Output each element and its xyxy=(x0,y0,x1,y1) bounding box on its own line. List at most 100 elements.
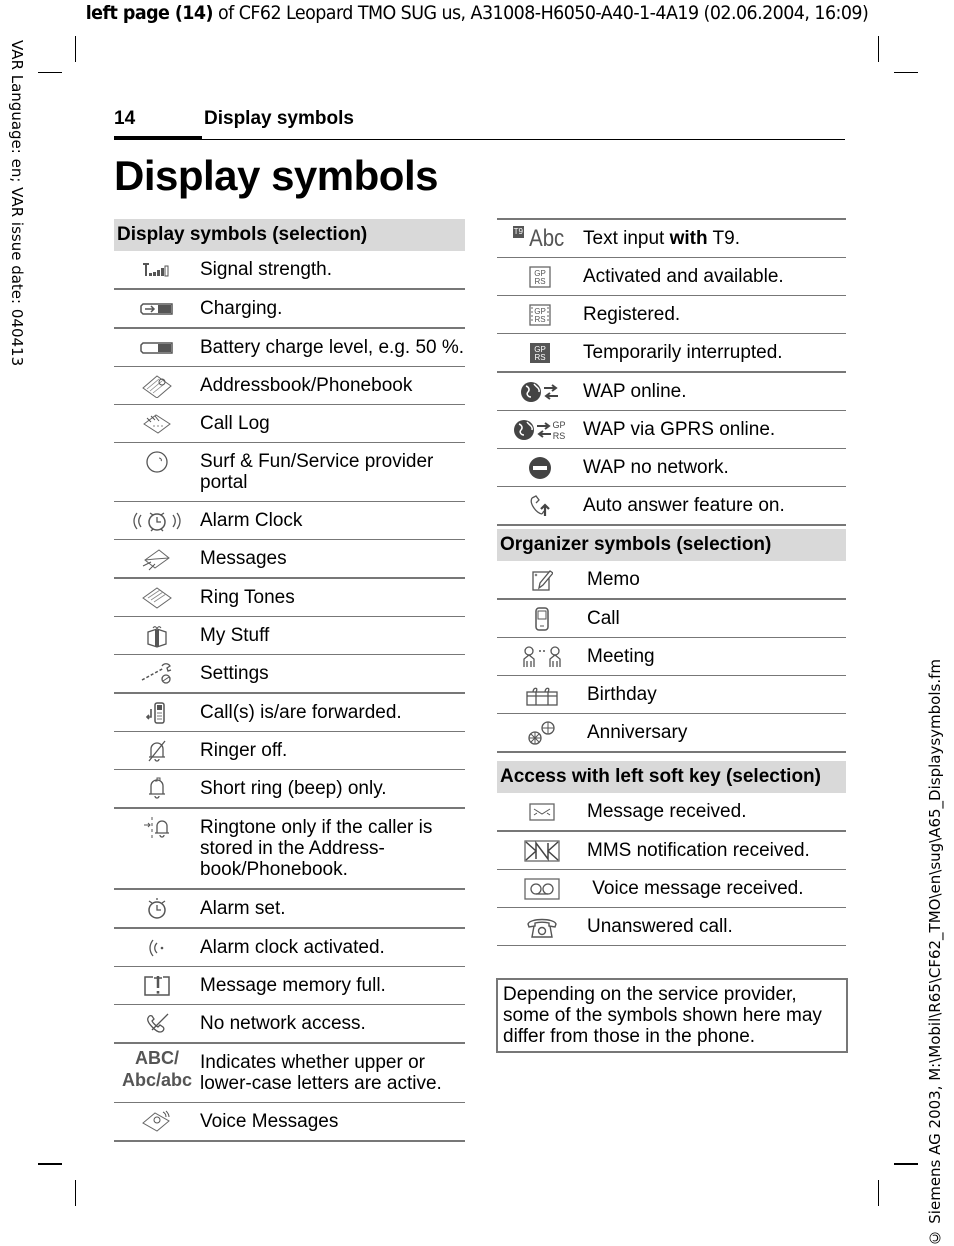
svg-text:GP: GP xyxy=(552,420,565,430)
alarm-clock-ringing-icon xyxy=(114,502,200,539)
table-row: Messages xyxy=(114,540,465,579)
globe-icon xyxy=(114,443,200,480)
table-row: Call xyxy=(497,600,846,638)
row-text: Messages xyxy=(200,548,287,569)
wap-gprs-online-icon: GP RS xyxy=(497,411,583,448)
table-row: Ring Tones xyxy=(114,579,465,617)
left-soft-key-table: Access with left soft key (selection) Me… xyxy=(497,761,846,946)
table-row: ABC/ Abc/abc Indicates whether upper or … xyxy=(114,1044,465,1103)
gprs-interrupted-icon: GP RS xyxy=(497,334,583,371)
table-row: Voice message received. xyxy=(497,870,846,908)
running-head: 14 Display symbols xyxy=(114,108,845,142)
table-row: Meeting xyxy=(497,638,846,676)
print-header: left page (14) of CF62 Leopard TMO SUG u… xyxy=(38,2,916,24)
row-text: Anniversary xyxy=(587,722,688,743)
organizer-symbols-table: Organizer symbols (selection) Memo Call … xyxy=(497,529,846,753)
row-text: Addressbook/Phonebook xyxy=(200,375,413,396)
meeting-icon xyxy=(497,638,587,675)
crop-mark xyxy=(894,72,918,73)
row-text: Signal strength. xyxy=(200,259,333,280)
crop-mark xyxy=(38,1163,62,1165)
crop-mark xyxy=(38,72,62,73)
row-text: MMS notification received. xyxy=(587,840,810,861)
svg-text:RS: RS xyxy=(534,277,545,286)
table-row: Voice Messages xyxy=(114,1103,465,1142)
table-row: Call(s) is/are forwarded. xyxy=(114,694,465,732)
t9-badge: T9 xyxy=(512,226,524,238)
no-network-icon xyxy=(114,1005,200,1042)
table-row: Memo xyxy=(497,561,846,600)
row-text: Alarm clock activated. xyxy=(200,937,385,958)
row-text: Ringtone only if the caller is stored in… xyxy=(200,817,433,880)
status-symbols-table: T9 Abc Text input with T9. GP RS Activate… xyxy=(497,218,846,526)
voice-messages-icon xyxy=(114,1103,200,1140)
table-row: Call Log xyxy=(114,405,465,443)
table-row: MMS notification received. xyxy=(497,832,846,870)
row-text: Settings xyxy=(200,663,269,684)
margin-note-right: © Siemens AG 2003, M:\Mobil\R65\CF62_TMO… xyxy=(926,658,944,1246)
memory-full-icon xyxy=(114,967,200,1004)
row-text: WAP online. xyxy=(583,381,687,402)
margin-note-left: VAR Language: en; VAR issue date: 040413 xyxy=(8,40,26,367)
row-text: Short ring (beep) only. xyxy=(200,778,387,799)
print-header-rest: of CF62 Leopard TMO SUG us, A31008-H6050… xyxy=(212,2,869,24)
table-row: Alarm Clock xyxy=(114,502,465,540)
t9-icon: T9 Abc xyxy=(497,220,583,257)
row-text: Ringer off. xyxy=(200,740,288,761)
call-phone-icon xyxy=(497,600,587,637)
ring-tones-icon xyxy=(114,579,200,616)
table-row: Unanswered call. xyxy=(497,908,846,946)
row-text: Voice message received. xyxy=(587,878,804,899)
short-ring-icon xyxy=(114,770,200,807)
text-case-upper: ABC/ xyxy=(135,1048,179,1068)
crop-mark xyxy=(75,36,76,62)
messages-icon xyxy=(114,540,200,577)
svg-text:RS: RS xyxy=(534,315,545,324)
table-row: Settings xyxy=(114,655,465,694)
table-row: Message received. xyxy=(497,793,846,832)
page-title: Display symbols xyxy=(114,152,438,199)
wap-no-network-icon xyxy=(497,449,583,486)
running-head-bar xyxy=(114,136,202,140)
row-text: Activated and available. xyxy=(583,266,784,287)
row-text-post: T9. xyxy=(707,228,740,249)
row-text: Auto answer feature on. xyxy=(583,495,785,516)
gprs-registered-icon: GP RS xyxy=(497,296,583,333)
row-text: Registered. xyxy=(583,304,681,325)
crop-mark xyxy=(878,1180,879,1206)
table-row: Addressbook/Phonebook xyxy=(114,367,465,405)
row-text: Call(s) is/are forwarded. xyxy=(200,702,402,723)
row-text: Message received. xyxy=(587,801,747,822)
table-row: WAP no network. xyxy=(497,449,846,487)
row-text: My Stuff xyxy=(200,625,270,646)
row-text: Call xyxy=(587,608,620,629)
table-row: GP RS Registered. xyxy=(497,296,846,334)
row-text: Temporarily interrupted. xyxy=(583,342,783,363)
text-case-mixed: Abc/abc xyxy=(121,1070,193,1090)
row-text: Indicates whether upper or lower-case le… xyxy=(200,1052,442,1094)
caller-ringtone-icon xyxy=(114,809,200,854)
table-row: GP RS Temporarily interrupted. xyxy=(497,334,846,373)
call-forward-icon xyxy=(114,694,200,731)
memo-icon xyxy=(497,561,587,598)
row-text-pre: Text input xyxy=(583,228,670,249)
unanswered-call-icon xyxy=(497,908,587,945)
note-box: Depending on the service provider, some … xyxy=(496,978,848,1053)
call-log-icon xyxy=(114,405,200,442)
alarm-activated-icon xyxy=(114,929,200,966)
svg-text:RS: RS xyxy=(534,353,545,362)
table-row: Birthday xyxy=(497,676,846,714)
row-text: Meeting xyxy=(587,646,655,667)
svg-text:RS: RS xyxy=(553,431,566,441)
charging-icon xyxy=(114,290,200,327)
table-row: Message memory full. xyxy=(114,967,465,1005)
table-row: Short ring (beep) only. xyxy=(114,770,465,809)
row-text: Battery charge level, e.g. 50 %. xyxy=(200,337,465,358)
table-row: Ringer off. xyxy=(114,732,465,770)
row-text: Alarm Clock xyxy=(200,510,303,531)
running-head-title: Display symbols xyxy=(204,108,354,129)
print-header-bold: left page (14) xyxy=(85,2,214,24)
auto-answer-icon xyxy=(497,487,583,524)
battery-level-icon xyxy=(114,329,200,366)
birthday-icon xyxy=(497,676,587,713)
